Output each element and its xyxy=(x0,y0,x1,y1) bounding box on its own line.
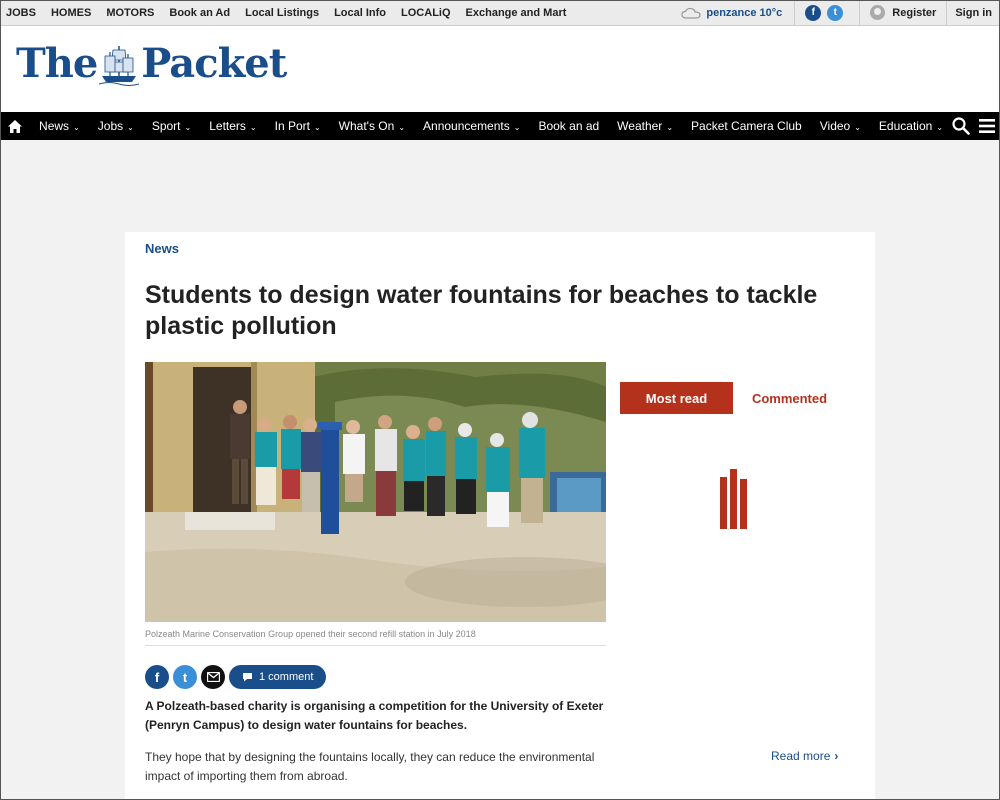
article-headline: Students to design water fountains for b… xyxy=(145,281,818,340)
chevron-down-icon: ⌄ xyxy=(73,123,80,132)
masthead: The Packet xyxy=(0,26,1000,112)
nav-item-announcements[interactable]: Announcements ⌄ xyxy=(414,119,529,133)
nav-item-in-port[interactable]: In Port ⌄ xyxy=(266,119,330,133)
weather-text: penzance 10°c xyxy=(706,6,783,19)
social-links: f t xyxy=(795,0,861,26)
weather-widget[interactable]: penzance 10°c xyxy=(681,0,796,26)
chevron-down-icon: ⌄ xyxy=(313,123,321,132)
user-icon xyxy=(870,5,886,20)
nav-item-weather[interactable]: Weather ⌄ xyxy=(608,119,682,133)
nav-label: Sport xyxy=(151,119,181,133)
cloud-icon xyxy=(681,7,701,19)
ship-logo-icon xyxy=(99,45,140,86)
utility-link-book-an-ad[interactable]: Book an Ad xyxy=(169,7,230,19)
main-nav: News ⌄ Jobs ⌄ Sport ⌄ Letters ⌄ In Port ⌄ Wha… xyxy=(0,112,1000,140)
utility-links: JOBS HOMES MOTORS Book an Ad Local Listi… xyxy=(0,7,581,19)
chevron-right-icon: › xyxy=(834,749,839,763)
menu-icon[interactable] xyxy=(978,118,996,134)
article-photo[interactable] xyxy=(145,362,606,622)
utility-link-localiq[interactable]: LOCALiQ xyxy=(401,7,451,19)
article-card: News Students to design water fountains … xyxy=(125,232,875,800)
section-label[interactable]: News xyxy=(145,241,179,256)
nav-item-video[interactable]: Video ⌄ xyxy=(811,119,870,133)
logo-text-right: Packet xyxy=(141,40,287,87)
chevron-down-icon: ⌄ xyxy=(936,123,943,132)
utility-link-local-listings[interactable]: Local Listings xyxy=(245,7,319,19)
nav-label: Education xyxy=(878,119,933,133)
utility-link-motors[interactable]: MOTORS xyxy=(106,7,154,19)
photo-caption: Polzeath Marine Conservation Group opene… xyxy=(145,629,606,646)
chevron-down-icon: ⌄ xyxy=(398,123,406,132)
group-photo-image xyxy=(145,362,606,622)
nav-item-packet-camera-club[interactable]: Packet Camera Club xyxy=(682,119,811,133)
chevron-down-icon: ⌄ xyxy=(513,123,521,132)
utility-link-jobs[interactable]: JOBS xyxy=(6,7,36,19)
utility-link-homes[interactable]: HOMES xyxy=(51,7,91,19)
popular-tabs: Most read Commented xyxy=(620,382,846,414)
facebook-icon[interactable]: f xyxy=(805,4,822,21)
comment-icon xyxy=(243,673,252,682)
loading-spinner-icon xyxy=(720,469,750,529)
twitter-icon[interactable]: t xyxy=(827,4,844,21)
read-more-label: Read more xyxy=(771,749,831,763)
nav-item-letters[interactable]: Letters ⌄ xyxy=(200,119,265,133)
utility-link-exchange-and-mart[interactable]: Exchange and Mart xyxy=(466,7,567,19)
nav-label: Jobs xyxy=(97,119,124,133)
home-icon xyxy=(8,119,23,133)
nav-item-sport[interactable]: Sport ⌄ xyxy=(143,119,200,133)
nav-label: Video xyxy=(819,119,851,133)
comments-count: 1 comment xyxy=(259,671,314,683)
utility-link-local-info[interactable]: Local Info xyxy=(334,7,386,19)
nav-label: What's On xyxy=(338,119,395,133)
share-twitter-button[interactable]: t xyxy=(173,665,197,689)
nav-item-education[interactable]: Education ⌄ xyxy=(870,119,952,133)
site-logo[interactable]: The Packet xyxy=(16,40,287,87)
nav-item-news[interactable]: News ⌄ xyxy=(30,119,89,133)
chevron-down-icon: ⌄ xyxy=(127,123,134,132)
nav-item-jobs[interactable]: Jobs ⌄ xyxy=(89,119,143,133)
nav-item-book-an-ad[interactable]: Book an ad xyxy=(529,119,608,133)
read-more-link[interactable]: Read more › xyxy=(771,749,838,763)
home-button[interactable] xyxy=(0,119,30,133)
article-body: They hope that by designing the fountain… xyxy=(145,750,595,783)
article-lead: A Polzeath-based charity is organising a… xyxy=(145,699,604,732)
top-utility-bar: JOBS HOMES MOTORS Book an Ad Local Listi… xyxy=(0,0,1000,26)
nav-label: Weather xyxy=(617,119,663,133)
register-label: Register xyxy=(892,6,937,19)
share-bar: f t 1 comment xyxy=(145,665,327,689)
nav-label: Packet Camera Club xyxy=(691,119,802,133)
comments-button[interactable]: 1 comment xyxy=(229,665,327,689)
tab-commented[interactable]: Commented xyxy=(733,382,846,414)
nav-label: Announcements xyxy=(423,119,510,133)
register-link[interactable]: Register xyxy=(860,0,948,26)
nav-label: Book an ad xyxy=(538,119,600,133)
chevron-down-icon: ⌄ xyxy=(184,123,192,132)
nav-label: News xyxy=(39,119,70,133)
share-email-button[interactable] xyxy=(201,665,225,689)
share-facebook-button[interactable]: f xyxy=(145,665,169,689)
nav-label: In Port xyxy=(274,119,310,133)
nav-tools xyxy=(952,117,1000,135)
envelope-icon xyxy=(206,672,220,682)
logo-text-left: The xyxy=(16,40,98,87)
nav-label: Letters xyxy=(209,119,246,133)
nav-item-whats-on[interactable]: What's On ⌄ xyxy=(330,119,414,133)
search-icon[interactable] xyxy=(952,117,970,135)
chevron-down-icon: ⌄ xyxy=(854,123,861,132)
signin-link[interactable]: Sign in xyxy=(947,7,1000,19)
tab-most-read[interactable]: Most read xyxy=(620,382,733,414)
chevron-down-icon: ⌄ xyxy=(666,123,674,132)
chevron-down-icon: ⌄ xyxy=(249,123,257,132)
